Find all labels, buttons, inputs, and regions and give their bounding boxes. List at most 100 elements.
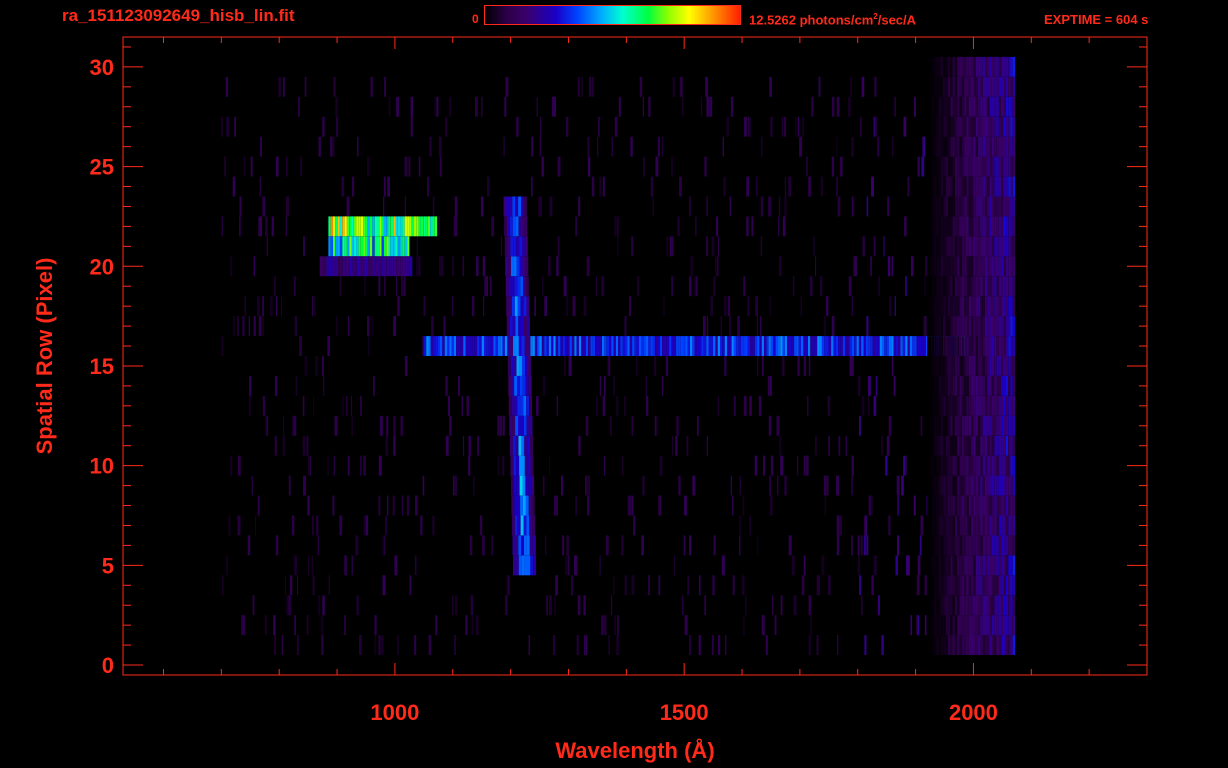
band-cell bbox=[724, 336, 727, 356]
noise-cell bbox=[908, 555, 910, 576]
noise-cell bbox=[851, 356, 854, 376]
noise-cell bbox=[853, 196, 855, 217]
edge-cell bbox=[971, 256, 974, 277]
noise-cell bbox=[601, 276, 605, 297]
band-cell bbox=[430, 336, 434, 356]
edge-cell bbox=[978, 395, 981, 416]
edge-cell bbox=[941, 356, 944, 376]
noise-cell bbox=[393, 415, 396, 436]
noise-cell bbox=[861, 595, 863, 616]
band-cell bbox=[402, 236, 405, 257]
edge-cell bbox=[975, 216, 979, 237]
edge-cell bbox=[1012, 116, 1016, 137]
edge-cell bbox=[980, 435, 983, 456]
band-cell bbox=[662, 336, 665, 356]
edge-cell bbox=[1012, 615, 1016, 636]
edge-cell bbox=[980, 56, 983, 77]
emission-line-cell bbox=[524, 555, 528, 576]
emission-line-cell bbox=[516, 455, 520, 476]
noise-cell bbox=[724, 356, 727, 376]
emission-line-cell bbox=[530, 555, 534, 576]
edge-cell bbox=[1008, 415, 1011, 436]
noise-cell bbox=[769, 296, 772, 317]
edge-cell bbox=[985, 615, 988, 636]
edge-cell bbox=[989, 415, 992, 436]
band-cell bbox=[423, 216, 426, 237]
edge-cell bbox=[927, 116, 930, 137]
edge-cell bbox=[938, 535, 941, 556]
emission-line-cell bbox=[524, 336, 528, 356]
edge-cell bbox=[948, 455, 951, 476]
edge-cell bbox=[961, 415, 965, 436]
edge-cell bbox=[987, 156, 990, 177]
noise-cell bbox=[336, 316, 338, 336]
band-cell bbox=[687, 336, 690, 356]
band-cell bbox=[396, 256, 399, 277]
noise-cell bbox=[293, 276, 296, 297]
emission-line-cell bbox=[520, 395, 524, 416]
noise-cell bbox=[887, 196, 890, 217]
edge-cell bbox=[938, 615, 941, 636]
band-cell bbox=[673, 336, 677, 356]
edge-cell bbox=[994, 296, 997, 317]
noise-cell bbox=[677, 216, 680, 237]
noise-cell bbox=[756, 176, 758, 197]
edge-cell bbox=[931, 176, 935, 197]
noise-cell bbox=[827, 475, 829, 496]
band-cell bbox=[497, 336, 501, 356]
edge-cell bbox=[992, 76, 995, 97]
edge-cell bbox=[927, 56, 930, 77]
band-cell bbox=[801, 336, 804, 356]
edge-cell bbox=[934, 156, 937, 177]
edge-cell bbox=[971, 116, 974, 137]
edge-cell bbox=[998, 116, 1002, 137]
noise-cell bbox=[803, 455, 806, 476]
noise-cell bbox=[335, 96, 338, 117]
edge-cell bbox=[985, 116, 988, 137]
edge-cell bbox=[950, 236, 953, 257]
noise-cell bbox=[312, 575, 315, 596]
noise-cell bbox=[596, 276, 597, 297]
edge-cell bbox=[1010, 575, 1013, 596]
edge-cell bbox=[1001, 196, 1004, 217]
noise-cell bbox=[878, 595, 880, 616]
edge-cell bbox=[978, 475, 981, 496]
band-cell bbox=[845, 336, 848, 356]
noise-cell bbox=[410, 96, 413, 117]
edge-cell bbox=[954, 635, 958, 655]
edge-cell bbox=[957, 336, 960, 356]
emission-line-cell bbox=[515, 196, 519, 217]
noise-cell bbox=[870, 495, 873, 516]
emission-line-cell bbox=[523, 515, 527, 536]
noise-cell bbox=[482, 256, 486, 277]
edge-cell bbox=[961, 116, 965, 137]
emission-line-cell bbox=[525, 276, 529, 297]
edge-cell bbox=[987, 635, 990, 655]
edge-cell bbox=[961, 375, 965, 396]
edge-cell bbox=[934, 356, 937, 376]
edge-cell bbox=[966, 56, 969, 77]
band-cell bbox=[420, 216, 424, 237]
noise-cell bbox=[602, 176, 605, 197]
edge-cell bbox=[978, 635, 981, 655]
noise-cell bbox=[739, 515, 741, 536]
edge-cell bbox=[973, 595, 976, 616]
edge-cell bbox=[994, 216, 997, 237]
noise-cell bbox=[307, 555, 310, 576]
noise-cell bbox=[770, 495, 773, 516]
noise-cell bbox=[686, 435, 689, 456]
edge-cell bbox=[982, 156, 985, 177]
noise-cell bbox=[810, 615, 812, 636]
edge-cell bbox=[927, 375, 930, 396]
edge-cell bbox=[936, 515, 939, 536]
emission-line-cell bbox=[509, 435, 513, 456]
edge-cell bbox=[987, 395, 990, 416]
noise-cell bbox=[221, 116, 223, 137]
edge-cell bbox=[987, 336, 990, 356]
edge-cell bbox=[987, 475, 990, 496]
noise-cell bbox=[393, 316, 397, 336]
noise-cell bbox=[850, 76, 852, 97]
noise-cell bbox=[627, 495, 631, 516]
edge-cell bbox=[959, 336, 962, 356]
noise-cell bbox=[468, 435, 472, 456]
